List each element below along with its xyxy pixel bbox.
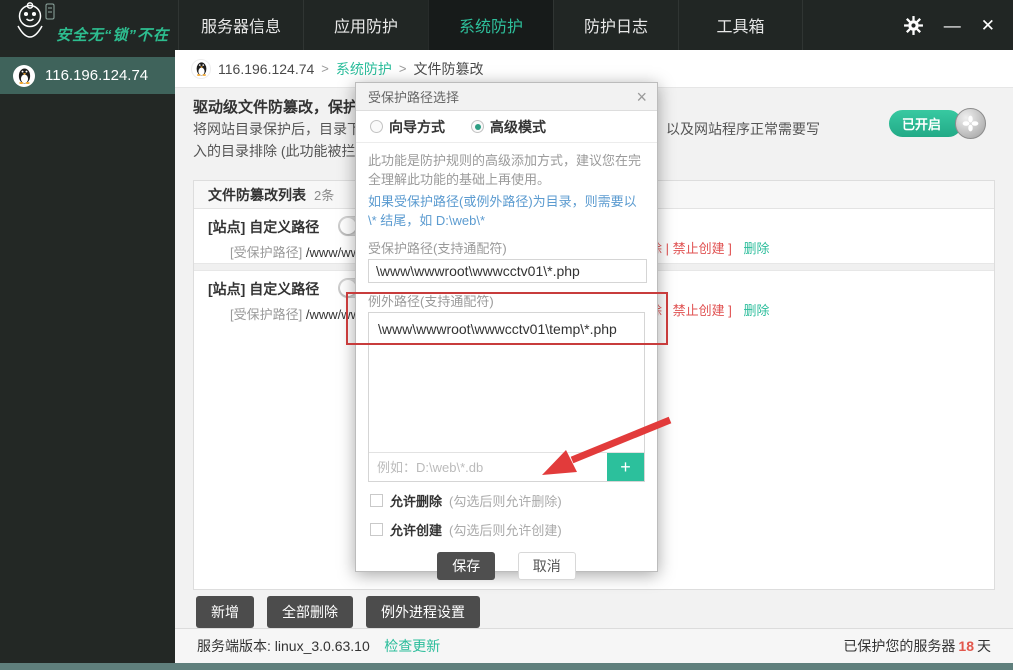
close-window-icon[interactable]: ✕ bbox=[981, 17, 995, 34]
dialog-titlebar: 受保护路径选择 × bbox=[356, 83, 657, 111]
nav-protection-logs[interactable]: 防护日志 bbox=[553, 0, 678, 50]
wizard-mode-label: 向导方式 bbox=[389, 117, 445, 137]
nav-system-protection[interactable]: 系统防护 bbox=[428, 0, 553, 50]
rule-site-label: [站点] 自定义路径 bbox=[208, 279, 319, 299]
minimize-icon[interactable]: — bbox=[944, 17, 961, 34]
sidebar: 116.196.124.74 bbox=[0, 50, 175, 663]
breadcrumb-system-protection[interactable]: 系统防护 bbox=[336, 59, 392, 79]
delete-rule-link[interactable]: 删除 bbox=[743, 303, 769, 318]
new-exception-path-input[interactable] bbox=[369, 453, 607, 481]
linux-penguin-icon bbox=[13, 65, 35, 87]
toggle-knob-pinwheel-icon bbox=[955, 108, 986, 139]
rule-actions: 除 | 禁止创建 ] 删除 bbox=[649, 300, 769, 319]
add-exception-row: + bbox=[369, 452, 644, 481]
linux-penguin-icon bbox=[191, 59, 211, 79]
protected-days-count: 18 bbox=[958, 638, 974, 654]
bottom-actions: 新增 全部删除 例外进程设置 bbox=[196, 596, 480, 628]
allow-create-hint: (勾选后则允许创建) bbox=[449, 520, 562, 539]
protected-path-label: [受保护路径] bbox=[230, 307, 302, 322]
breadcrumb-separator: > bbox=[399, 61, 407, 76]
protected-path-input[interactable] bbox=[368, 259, 647, 283]
dialog-title: 受保护路径选择 bbox=[368, 87, 459, 106]
allow-delete-hint: (勾选后则允许删除) bbox=[449, 491, 562, 510]
logo-slogan: 安全无“锁”不在 bbox=[56, 24, 169, 45]
panel-count: 2条 bbox=[314, 185, 334, 204]
exception-process-button[interactable]: 例外进程设置 bbox=[366, 596, 480, 628]
intro-text-fragment: 将网站目录保护后，目录下的 bbox=[193, 119, 375, 139]
sidebar-server-ip: 116.196.124.74 bbox=[45, 67, 148, 84]
nav-toolbox[interactable]: 工具箱 bbox=[678, 0, 803, 50]
advanced-mode-radio[interactable]: 高级模式 bbox=[471, 117, 546, 137]
delete-all-button[interactable]: 全部删除 bbox=[267, 596, 353, 628]
protected-path-dialog: 受保护路径选择 × 向导方式 高级模式 此功能是防护规则的高级添加方式，建议您在… bbox=[355, 82, 658, 572]
mode-radio-group: 向导方式 高级模式 bbox=[356, 111, 657, 143]
allow-create-row: 允许创建 (勾选后则允许创建) bbox=[370, 519, 643, 540]
server-version-label: 服务端版本: linux_3.0.63.10 bbox=[197, 638, 370, 654]
exception-path-entry: \www\wwwroot\wwwcctv01\temp\*.php bbox=[369, 313, 644, 345]
footer: 服务端版本: linux_3.0.63.10 检查更新 已保护您的服务器18天 bbox=[175, 628, 1013, 663]
dialog-buttons: 保存 取消 bbox=[356, 552, 657, 580]
sidebar-server-item[interactable]: 116.196.124.74 bbox=[0, 57, 175, 94]
allow-delete-row: 允许删除 (勾选后则允许删除) bbox=[370, 490, 643, 511]
cancel-button[interactable]: 取消 bbox=[518, 552, 576, 580]
safedog-mascot-icon bbox=[10, 2, 56, 50]
forbid-links-fragment[interactable]: 除 | 禁止创建 ] bbox=[649, 241, 732, 256]
radio-selected-icon bbox=[471, 120, 484, 133]
forbid-links-fragment[interactable]: 除 | 禁止创建 ] bbox=[649, 303, 732, 318]
protected-days-text: 已保护您的服务器18天 bbox=[843, 636, 991, 656]
rule-site-label: [站点] 自定义路径 bbox=[208, 217, 319, 237]
status-badge-label: 已开启 bbox=[902, 114, 941, 133]
toggle-knob bbox=[340, 218, 356, 234]
exception-path-field-label: 例外路径(支持通配符) bbox=[368, 291, 645, 310]
nav-server-info[interactable]: 服务器信息 bbox=[178, 0, 303, 50]
main-nav: 服务器信息 应用防护 系统防护 防护日志 工具箱 bbox=[178, 0, 803, 50]
wizard-mode-radio[interactable]: 向导方式 bbox=[370, 117, 445, 137]
breadcrumb-current-page: 文件防篡改 bbox=[413, 59, 483, 79]
exception-path-listbox: \www\wwwroot\wwwcctv01\temp\*.php + bbox=[368, 312, 645, 482]
protected-path-label: [受保护路径] bbox=[230, 245, 302, 260]
save-button[interactable]: 保存 bbox=[437, 552, 495, 580]
delete-rule-link[interactable]: 删除 bbox=[743, 241, 769, 256]
breadcrumb-separator: > bbox=[321, 61, 329, 76]
nav-app-protection[interactable]: 应用防护 bbox=[303, 0, 428, 50]
dialog-hint-blue: 如果受保护路径(或例外路径)为目录，则需要以 \* 结尾，如 D:\web\* bbox=[368, 192, 645, 230]
app-logo: 安全无“锁”不在 bbox=[0, 0, 178, 50]
intro-text-fragment: 入的目录排除 (此功能被拦截 bbox=[193, 141, 370, 161]
dialog-description: 此功能是防护规则的高级添加方式，建议您在完全理解此功能的基础上再使用。 bbox=[368, 151, 645, 189]
allow-delete-checkbox[interactable] bbox=[370, 494, 383, 507]
add-exception-button[interactable]: + bbox=[607, 453, 644, 481]
allow-delete-label: 允许删除 bbox=[390, 491, 442, 510]
panel-title: 文件防篡改列表 bbox=[208, 185, 306, 205]
bottom-accent-strip bbox=[0, 663, 1013, 670]
allow-create-checkbox[interactable] bbox=[370, 523, 383, 536]
protected-path-field-label: 受保护路径(支持通配符) bbox=[368, 238, 645, 257]
add-rule-button[interactable]: 新增 bbox=[196, 596, 254, 628]
advanced-mode-label: 高级模式 bbox=[490, 117, 546, 137]
breadcrumb-server-ip[interactable]: 116.196.124.74 bbox=[218, 61, 314, 77]
topbar: 安全无“锁”不在 服务器信息 应用防护 系统防护 防护日志 工具箱 bbox=[0, 0, 1013, 50]
footer-version: 服务端版本: linux_3.0.63.10 检查更新 bbox=[197, 636, 440, 656]
window-controls: — ✕ bbox=[903, 0, 1013, 50]
rule-actions: 除 | 禁止创建 ] 删除 bbox=[649, 238, 769, 257]
toggle-knob bbox=[340, 280, 356, 296]
settings-gear-icon[interactable] bbox=[903, 15, 924, 36]
check-update-link[interactable]: 检查更新 bbox=[384, 638, 440, 654]
protection-enabled-toggle[interactable]: 已开启 bbox=[889, 110, 962, 137]
app-window: 安全无“锁”不在 服务器信息 应用防护 系统防护 防护日志 工具箱 bbox=[0, 0, 1013, 670]
intro-text-fragment-right: 以及网站程序正常需要写 bbox=[666, 119, 820, 139]
allow-create-label: 允许创建 bbox=[390, 520, 442, 539]
dialog-close-icon[interactable]: × bbox=[636, 88, 647, 106]
radio-circle-icon bbox=[370, 120, 383, 133]
